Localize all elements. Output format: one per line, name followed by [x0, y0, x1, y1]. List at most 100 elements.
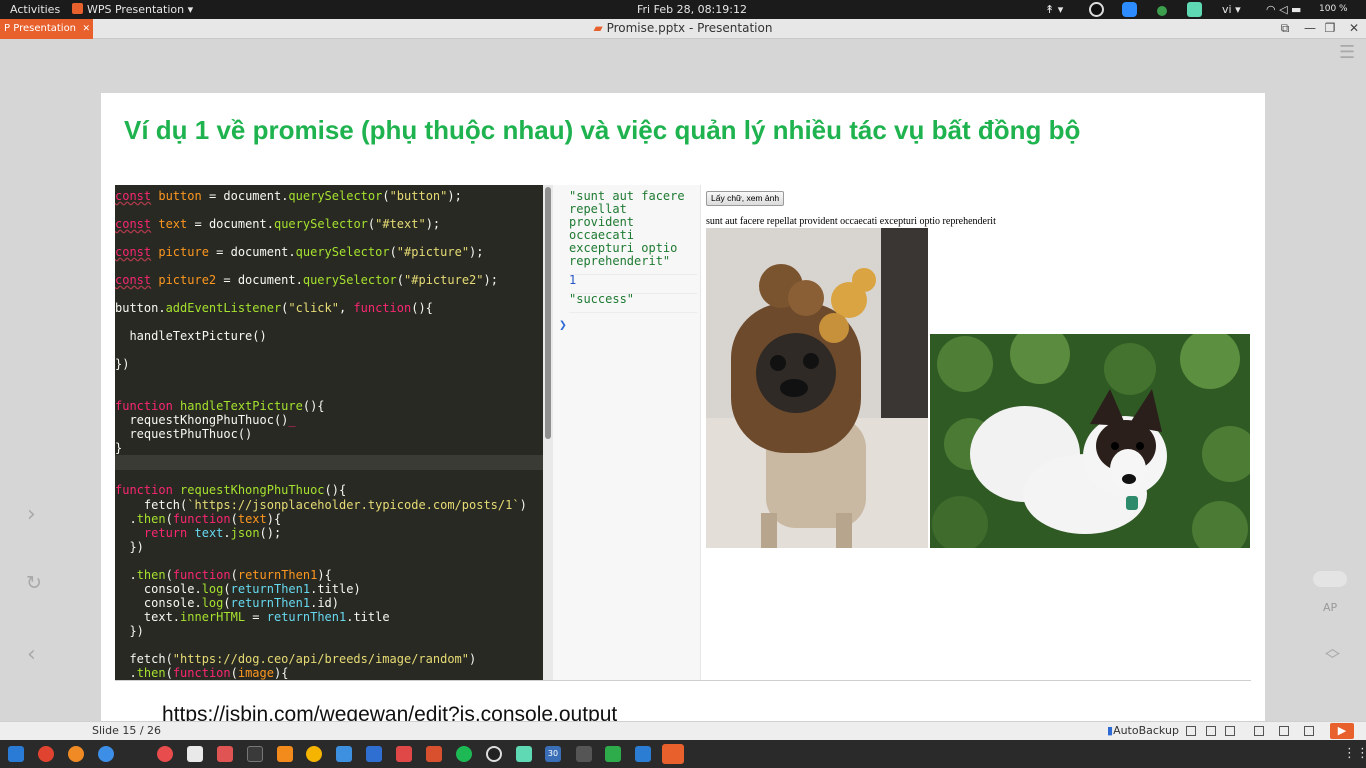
menu-hamburger-icon[interactable]: ☰ [1339, 42, 1355, 63]
obs-tray-icon[interactable] [1089, 2, 1104, 17]
pptx-icon: ▰ [593, 21, 607, 35]
document-title-text: Promise.pptx - Presentation [606, 21, 773, 35]
app-icon[interactable] [306, 746, 322, 762]
clock[interactable]: Fri Feb 28, 08:19:12 [637, 0, 747, 19]
reading-view-icon[interactable] [1304, 726, 1314, 736]
prev-view-icon[interactable] [1186, 726, 1196, 736]
screenshot-tray-icon[interactable] [1187, 2, 1202, 17]
console-panel: "sunt aut facere repellat provident occa… [553, 185, 701, 681]
code-line: requestKhongPhuThuoc()_ [115, 413, 296, 427]
activities-button[interactable]: Activities [10, 0, 60, 19]
zoom-tray-icon[interactable] [1122, 2, 1137, 17]
ap-label: AP [1323, 601, 1338, 614]
wps-icon [72, 3, 83, 14]
maximize-button[interactable]: ❐ [1321, 19, 1339, 39]
tool-icon[interactable] [576, 746, 592, 762]
slide-counter[interactable]: Slide 15 / 26 [92, 722, 161, 740]
editor-scroll-thumb[interactable] [545, 187, 551, 439]
papillon-dog-photo [930, 334, 1250, 548]
network-up-icon[interactable]: ↟ ▾ [1045, 0, 1063, 19]
current-line-highlight [115, 455, 543, 470]
start-menu-icon[interactable] [8, 746, 24, 762]
vscode-icon[interactable] [635, 746, 651, 762]
refresh-icon[interactable]: ↻ [26, 572, 42, 594]
code-line: const button = document.querySelector("b… [115, 189, 462, 203]
system-top-bar: Activities WPS Presentation ▾ Fri Feb 28… [0, 0, 1366, 19]
sublime-icon[interactable] [277, 746, 293, 762]
code-line: } [115, 441, 123, 455]
window-title-bar: ▰ Promise.pptx - Presentation P Presenta… [0, 19, 1366, 39]
obs-icon[interactable] [486, 746, 502, 762]
code-line: function handleTextPicture(){ [115, 399, 325, 413]
page-scroll-icon[interactable]: ︿ ﹀ [1325, 641, 1340, 668]
battery-percent[interactable]: 100 % [1319, 0, 1348, 19]
code-line: }) [115, 540, 144, 554]
music-icon[interactable] [157, 746, 173, 762]
writer-icon[interactable] [366, 746, 382, 762]
code-editor: const button = document.querySelector("b… [115, 185, 543, 681]
status-tray-icon[interactable] [1157, 6, 1167, 16]
pug-photo [706, 228, 928, 548]
slide-canvas: Ví dụ 1 về promise (phụ thuộc nhau) và v… [101, 93, 1265, 747]
app-tab-close-icon[interactable]: ✕ [82, 19, 90, 39]
next-slide-icon[interactable]: › [27, 502, 36, 527]
console-entry: 1 [569, 274, 697, 294]
code-line: fetch(`https://jsonplaceholder.typicode.… [115, 498, 527, 512]
console-prompt-icon[interactable]: ❯ [559, 318, 567, 333]
shield-icon[interactable] [605, 746, 621, 762]
slide-workspace: ☰ › ↻ ‹ AP ︿ ﹀ Ví dụ 1 về promise (phụ th… [0, 40, 1366, 747]
status-bar: Slide 15 / 26 ▮AutoBackup ▶ [0, 721, 1366, 740]
firefox-icon[interactable] [68, 746, 84, 762]
toggle-switch[interactable] [1313, 571, 1347, 587]
archive-icon[interactable] [426, 746, 442, 762]
spotify-icon[interactable] [456, 746, 472, 762]
outline-view-icon[interactable] [1254, 726, 1264, 736]
chrome-icon[interactable] [38, 746, 54, 762]
app-tab-label: Presentation [13, 23, 77, 34]
autobackup-toggle[interactable]: ▮AutoBackup [1107, 722, 1179, 740]
autobackup-label: AutoBackup [1113, 724, 1179, 737]
play-view-icon[interactable] [1225, 726, 1235, 736]
code-line: requestPhuThuoc() [115, 427, 253, 441]
get-text-image-button[interactable]: Lấy chữ, xem ảnh [706, 191, 785, 206]
files-icon[interactable] [187, 746, 203, 762]
console-entry: "sunt aut facere repellat provident occa… [569, 190, 697, 275]
previous-slide-icon[interactable]: ‹ [27, 642, 36, 667]
app-menu-label: WPS Presentation ▾ [87, 3, 194, 16]
code-line: }) [115, 357, 130, 371]
taskbar: 30 ⋮⋮ [0, 740, 1366, 768]
code-line: button.addEventListener("click", functio… [115, 301, 433, 315]
screenshot-icon[interactable] [516, 746, 532, 762]
console-entry: "success" [569, 293, 697, 313]
language-indicator[interactable]: vi ▾ [1222, 0, 1241, 19]
slide-sorter-icon[interactable] [1279, 726, 1289, 736]
wps-presentation-icon[interactable] [662, 744, 684, 764]
app-grid-icon[interactable]: ⋮⋮ [1343, 746, 1366, 762]
minimize-button[interactable]: — [1301, 19, 1319, 39]
folder-icon[interactable] [336, 746, 352, 762]
code-line: fetch("https://dog.ceo/api/breeds/image/… [115, 652, 477, 666]
browser-icon[interactable] [98, 746, 114, 762]
media-icon[interactable] [217, 746, 233, 762]
close-button[interactable]: ✕ [1345, 19, 1363, 39]
screenshot-bottom-rule [115, 680, 1251, 681]
code-line: const text = document.querySelector("#te… [115, 217, 441, 231]
terminal-icon[interactable] [247, 746, 263, 762]
restore-layout-icon[interactable]: ⧉ [1276, 19, 1294, 39]
calendar-icon[interactable]: 30 [545, 746, 561, 762]
code-line: }) [115, 624, 144, 638]
wps-logo-icon: P [4, 23, 14, 34]
document-title: ▰ Promise.pptx - Presentation [0, 19, 1366, 38]
presentation-app-tab[interactable]: P Presentation ✕ [0, 19, 93, 39]
app-menu[interactable]: WPS Presentation ▾ [72, 0, 193, 19]
code-line: function requestKhongPhuThuoc(){ [115, 483, 347, 497]
normal-view-icon[interactable] [1206, 726, 1216, 736]
image-viewer-icon[interactable] [396, 746, 412, 762]
jsbin-screenshot: const button = document.querySelector("b… [115, 185, 1251, 681]
code-line: handleTextPicture() [115, 329, 267, 343]
wifi-icon[interactable]: ◠ ◁ ▬ [1266, 0, 1301, 19]
code-line: const picture = document.querySelector("… [115, 245, 484, 259]
slideshow-play-button[interactable]: ▶ [1330, 723, 1354, 739]
output-panel: Lấy chữ, xem ảnh sunt aut facere repella… [702, 185, 1251, 681]
code-line: .then(function(text){ [115, 512, 282, 526]
